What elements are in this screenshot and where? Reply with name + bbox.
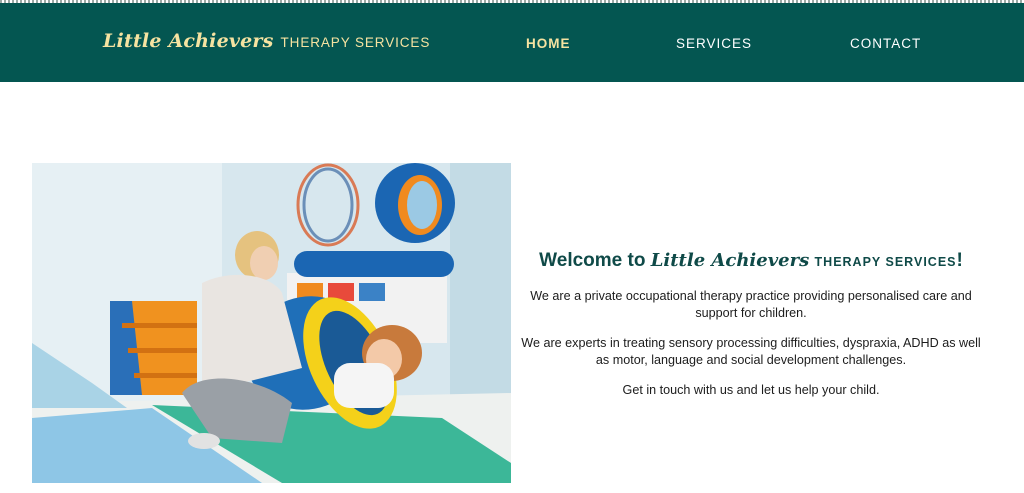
nav-services-link[interactable]: SERVICES bbox=[676, 36, 752, 51]
nav-home-link[interactable]: HOME bbox=[526, 36, 571, 51]
intro-paragraph: We are a private occupational therapy pr… bbox=[530, 289, 972, 320]
therapy-room-illustration bbox=[32, 163, 511, 483]
welcome-section: Welcome to Little Achievers THERAPY SERV… bbox=[518, 250, 984, 412]
contact-invite-paragraph: Get in touch with us and let us help you… bbox=[622, 383, 880, 397]
welcome-brand: Little Achievers bbox=[650, 250, 810, 271]
welcome-suffix: ! bbox=[956, 250, 963, 271]
page-top-border bbox=[0, 0, 1024, 3]
hero-photo bbox=[32, 163, 511, 483]
navbar: Little Achievers THERAPY SERVICES HOME SE… bbox=[0, 3, 1024, 82]
welcome-prefix: Welcome to bbox=[539, 250, 651, 271]
welcome-heading: Welcome to Little Achievers THERAPY SERV… bbox=[518, 250, 984, 272]
welcome-tagline: THERAPY SERVICES bbox=[814, 255, 957, 269]
expertise-paragraph: We are experts in treating sensory proce… bbox=[521, 336, 981, 367]
brand-name: Little Achievers bbox=[103, 30, 274, 52]
brand-logo[interactable]: Little Achievers THERAPY SERVICES bbox=[103, 30, 430, 52]
brand-tagline: THERAPY SERVICES bbox=[280, 35, 431, 50]
nav-contact-link[interactable]: CONTACT bbox=[850, 36, 921, 51]
